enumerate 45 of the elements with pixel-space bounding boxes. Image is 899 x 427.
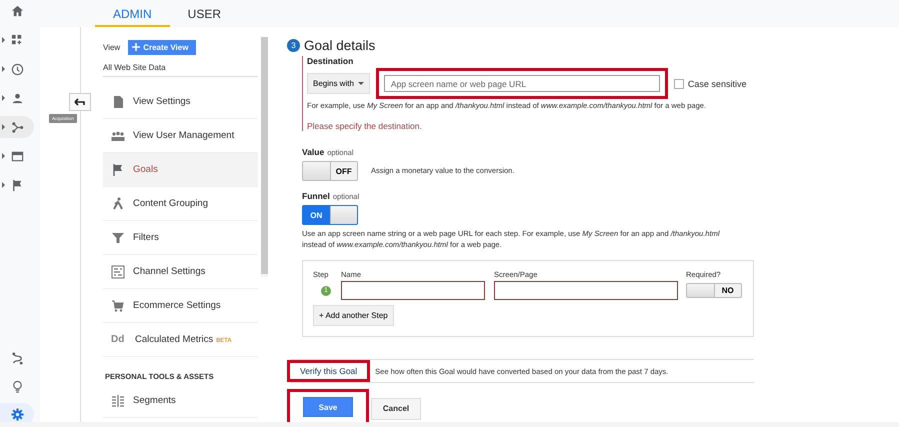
destination-input[interactable]: App screen name or web page URL [384,75,660,92]
menu-item[interactable]: Goals [103,153,258,187]
branch-icon [10,120,24,134]
match-type-dropdown[interactable]: Begins with [307,73,370,94]
toggle-switch[interactable]: NO [686,283,742,298]
step-number: 3 [287,38,300,52]
flag-icon [10,178,24,192]
flag-icon [111,162,125,176]
add-step-button[interactable]: + Add another Step [313,305,394,326]
field-label: Destination [307,56,354,66]
scrollbar[interactable] [261,37,268,277]
toggle-switch[interactable]: OFF [302,161,358,181]
document-icon [111,94,125,108]
section-title: Goal details [304,38,376,52]
group-icon [111,128,125,142]
toggle-switch[interactable]: ON [302,205,358,225]
route-icon [10,352,24,364]
view-label: View [103,42,120,52]
walker-icon [111,196,125,210]
letters-icon: Dd [111,334,127,345]
lightbulb-icon [10,380,24,392]
house-icon [10,4,24,18]
grid-icon [10,34,24,46]
verify-link[interactable]: Verify this Goal [290,366,368,376]
sliders-icon [111,264,125,278]
case-sensitive-checkbox[interactable]: Case sensitive [674,78,746,88]
step-page-input[interactable] [494,281,678,300]
plus-icon [132,43,140,51]
back-button[interactable] [69,93,91,111]
segments-icon [111,394,125,408]
clock-icon [10,62,24,76]
error-message: Please specify the destination. [307,121,423,131]
cart-icon [111,298,125,312]
cancel-button[interactable]: Cancel [371,398,421,420]
back-arrow-icon [74,98,86,106]
nav-item[interactable] [0,116,34,138]
tab[interactable]: ADMIN [95,0,170,27]
save-button[interactable]: Save [303,397,353,417]
person-icon [10,92,24,104]
tab[interactable]: USER [170,0,240,27]
create-view-button[interactable]: Create View [128,40,196,54]
step-name-input[interactable] [341,281,485,300]
view-name: All Web Site Data [103,56,258,77]
filter-icon [111,230,125,244]
window-icon [10,150,24,162]
